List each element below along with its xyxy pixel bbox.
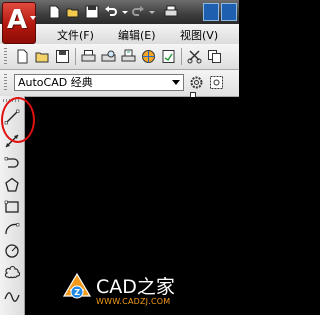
open-icon[interactable] — [65, 4, 81, 20]
application-menu-button[interactable]: A — [2, 2, 36, 44]
toolbar-grip[interactable] — [4, 48, 7, 65]
workspace-dropdown-value: AutoCAD 经典 — [18, 76, 93, 89]
publish-icon[interactable] — [120, 48, 137, 65]
revision-cloud-icon[interactable] — [3, 264, 21, 282]
save-icon[interactable] — [54, 48, 71, 65]
standard-toolbar — [0, 44, 239, 70]
chevron-down-icon — [172, 80, 180, 85]
cut-icon[interactable] — [186, 48, 203, 65]
watermark-url: WWW.CADZJ.COM — [96, 297, 171, 306]
arc-icon[interactable] — [3, 220, 21, 238]
menu-file[interactable]: 文件(F) — [57, 27, 94, 43]
workspace-dropdown[interactable]: AutoCAD 经典 — [14, 74, 184, 91]
menu-view[interactable]: 视图(V) — [180, 27, 218, 43]
circle-icon[interactable] — [3, 242, 21, 260]
plot-icon[interactable] — [80, 48, 97, 65]
new-icon[interactable] — [46, 4, 62, 20]
workspace-save-icon[interactable] — [208, 74, 225, 91]
plot-icon[interactable] — [163, 4, 179, 20]
etransmit-icon[interactable] — [160, 48, 177, 65]
toolbar-separator — [181, 48, 182, 65]
menu-edit[interactable]: 编辑(E) — [118, 27, 156, 43]
polyline-icon[interactable] — [3, 154, 21, 172]
open-icon[interactable] — [34, 48, 51, 65]
rectangle-icon[interactable] — [3, 198, 21, 216]
highlight-circle — [1, 97, 35, 143]
polygon-icon[interactable] — [3, 176, 21, 194]
redo-dropdown-icon[interactable] — [149, 4, 155, 20]
new-icon[interactable] — [14, 48, 31, 65]
undo-icon[interactable] — [103, 4, 119, 20]
watermark-title: CAD之家 — [96, 276, 175, 298]
plot-preview-icon[interactable] — [100, 48, 117, 65]
undo-dropdown-icon[interactable] — [122, 4, 128, 20]
cad-zhijia-logo-icon: Z — [62, 272, 92, 299]
save-icon[interactable] — [84, 4, 100, 20]
copy-icon[interactable] — [206, 48, 223, 65]
toolbar-grip[interactable] — [4, 74, 7, 91]
redo-icon[interactable] — [130, 4, 146, 20]
quick-access-toolbar — [46, 3, 182, 21]
svg-text:Z: Z — [74, 288, 80, 297]
workspace-toggle-icon[interactable] — [203, 3, 219, 21]
workspace-settings-gear-icon[interactable] — [188, 74, 205, 91]
workspaces-toolbar: AutoCAD 经典 — [0, 70, 239, 98]
autocad-logo-icon: A — [7, 5, 28, 35]
3d-dwf-icon[interactable] — [140, 48, 157, 65]
toolbar-separator — [75, 48, 76, 65]
workspace-toggle-icon[interactable] — [221, 3, 237, 21]
spline-icon[interactable] — [3, 286, 21, 304]
chevron-down-icon — [30, 16, 36, 20]
watermark: Z CAD之家 WWW.CADZJ.COM — [60, 270, 190, 310]
